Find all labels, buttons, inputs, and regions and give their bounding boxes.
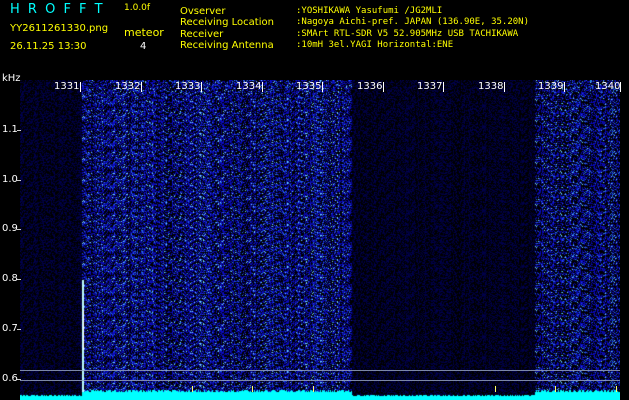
info-value-antenna: :10mH 3el.YAGI Horizontal:ENE [296,40,454,50]
x-tick [80,82,81,92]
info-key-observer: Ovserver [180,6,226,17]
marker-tick [495,386,496,392]
x-tick [443,82,444,92]
file-name: YY2611261330.png [10,23,109,34]
x-tick-label: 1339 [538,81,564,92]
y-axis-unit: kHz [2,73,21,84]
reference-line [20,370,620,371]
y-tick-label: 0.7 [2,323,18,334]
info-key-antenna: Receiving Antenna [180,40,274,51]
x-tick [201,82,202,92]
meteor-label: meteor [124,26,164,39]
marker-tick [192,386,193,392]
spectrogram-canvas [20,80,620,400]
marker-tick [616,386,617,392]
y-tick-label: 1.1 [2,124,18,135]
x-tick-label: 1335 [296,81,322,92]
x-tick [383,82,384,92]
reference-line [20,380,620,381]
marker-tick [252,386,253,392]
marker-tick [313,386,314,392]
y-tick [17,329,21,330]
info-value-location: :Nagoya Aichi-pref. JAPAN (136.90E, 35.2… [296,17,529,27]
info-value-receiver: :SMArt RTL-SDR V5 52.905MHz USB TACHIKAW… [296,29,519,39]
x-tick [262,82,263,92]
x-tick-label: 1331 [54,81,80,92]
info-key-receiver: Receiver [180,29,224,40]
x-tick-label: 1333 [175,81,201,92]
timestamp: 26.11.25 13:30 [10,41,87,52]
x-tick-label: 1337 [417,81,443,92]
y-tick [17,130,21,131]
y-tick [17,229,21,230]
marker-tick [555,386,556,392]
app-logo: H R O F F T [10,2,105,17]
x-tick [504,82,505,92]
x-tick-label: 1334 [236,81,262,92]
info-value-observer: :YOSHIKAWA Yasufumi /JG2MLI [296,6,443,16]
x-tick-label: 1336 [357,81,383,92]
y-tick-label: 0.8 [2,273,18,284]
x-tick-label: 1332 [115,81,141,92]
y-tick-label: 0.9 [2,223,18,234]
y-tick [17,279,21,280]
x-tick [141,82,142,92]
x-tick-label: 1340 [595,81,621,92]
y-tick-label: 1.0 [2,174,18,185]
x-tick [322,82,323,92]
info-key-location: Receiving Location [180,17,274,28]
x-tick [564,82,565,92]
x-tick-label: 1338 [478,81,504,92]
meteor-count: 4 [140,41,147,52]
y-tick [17,180,21,181]
y-tick-label: 0.6 [2,373,18,384]
version-label: 1.0.0f [124,3,151,13]
x-tick [620,82,621,92]
